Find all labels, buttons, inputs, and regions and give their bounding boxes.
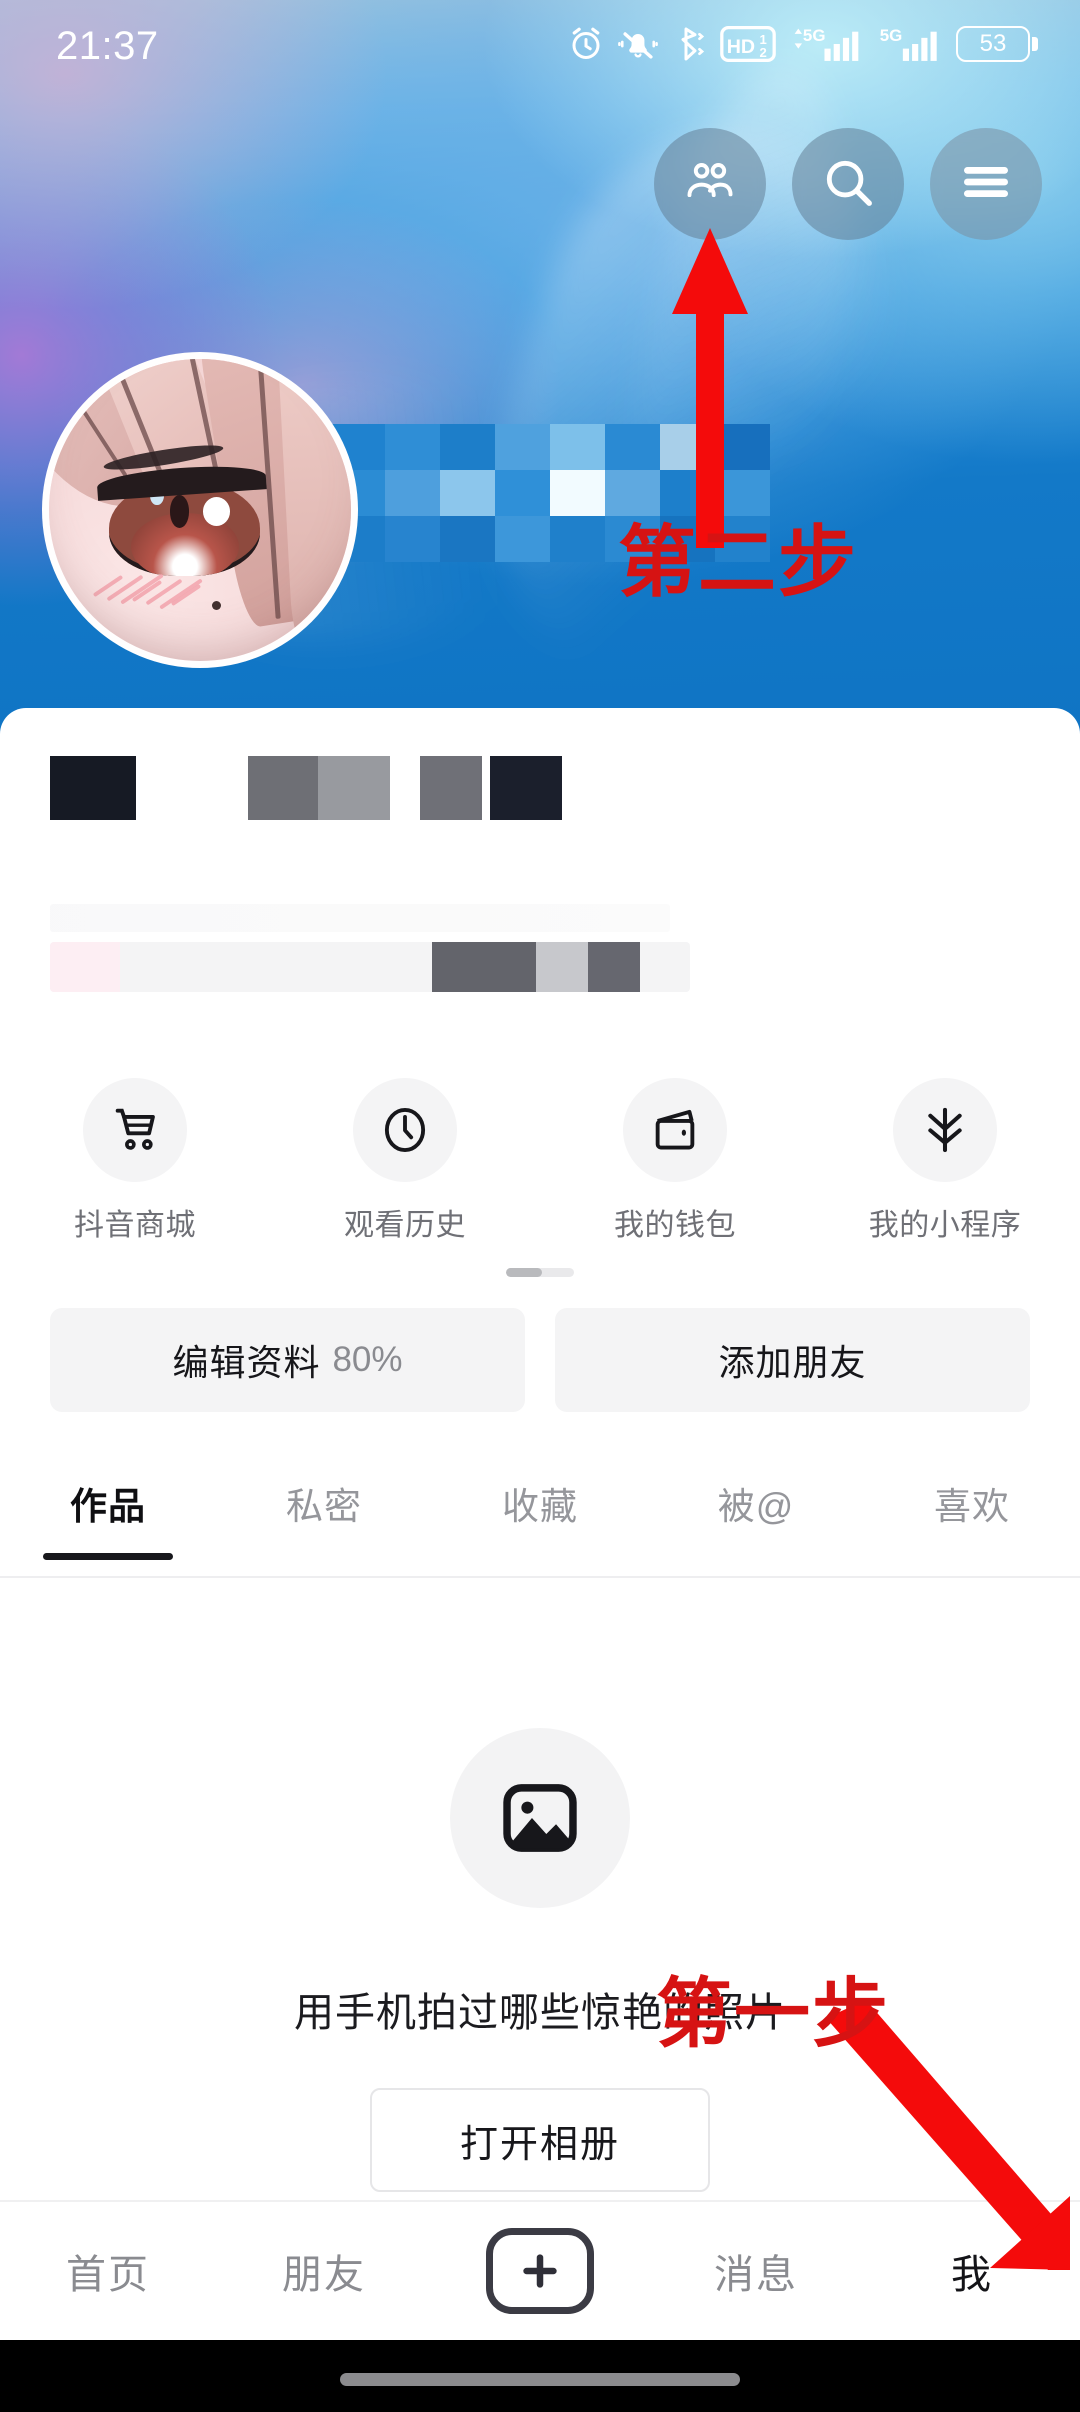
svg-text:5G: 5G xyxy=(880,26,903,45)
svg-text:2: 2 xyxy=(759,45,766,60)
profile-sheet: 抖音商城 观看历史 我的钱包 我的小程序 编辑资料 80% 添加朋友 作品 私密… xyxy=(0,708,1080,2412)
quick-actions-scroll-indicator[interactable] xyxy=(506,1268,574,1277)
signal-5g-primary-icon: 5G xyxy=(790,24,862,64)
phone-screen: 21:37 HD 1 2 5G 5G 53 抖音商城 观看历史 我的钱包 我的小… xyxy=(0,0,1080,2412)
nav-label: 首页 xyxy=(66,2253,150,2297)
tab-private[interactable]: 私密 xyxy=(216,1472,432,1530)
quick-action-miniprogram[interactable]: 我的小程序 xyxy=(810,1078,1080,1244)
nav-me[interactable]: 我 xyxy=(864,2242,1080,2300)
battery-icon: 53 xyxy=(956,26,1038,62)
empty-state: 用手机拍过哪些惊艳的照片 打开相册 xyxy=(0,1728,1080,2192)
search-button[interactable] xyxy=(792,128,904,240)
tab-works[interactable]: 作品 xyxy=(0,1472,216,1530)
battery-level-text: 53 xyxy=(956,26,1030,62)
hd-volte-icon: HD 1 2 xyxy=(720,26,776,62)
annotation-step-one: 第一步 xyxy=(656,1969,890,2058)
add-friend-button[interactable]: 添加朋友 xyxy=(555,1308,1030,1412)
nav-label: 消息 xyxy=(714,2253,798,2297)
tab-label: 被@ xyxy=(717,1486,795,1527)
search-icon xyxy=(821,155,875,214)
status-clock: 21:37 xyxy=(56,24,159,68)
signal-5g-secondary-icon: 5G xyxy=(876,24,942,64)
edit-profile-button[interactable]: 编辑资料 80% xyxy=(50,1308,525,1412)
status-bar: 21:37 HD 1 2 5G 5G 53 xyxy=(0,0,1080,88)
hamburger-menu-icon xyxy=(960,161,1012,208)
avatar-image xyxy=(49,359,351,661)
open-album-button[interactable]: 打开相册 xyxy=(370,2088,710,2192)
nav-friends[interactable]: 朋友 xyxy=(216,2242,432,2300)
home-indicator[interactable] xyxy=(340,2373,740,2386)
header-action-buttons xyxy=(654,128,1042,240)
wallet-icon xyxy=(623,1078,727,1182)
friends-button[interactable] xyxy=(654,128,766,240)
tab-label: 收藏 xyxy=(502,1486,578,1527)
tab-likes[interactable]: 喜欢 xyxy=(864,1472,1080,1530)
quick-action-wallet[interactable]: 我的钱包 xyxy=(540,1078,810,1244)
nav-create[interactable] xyxy=(432,2228,648,2314)
nav-label: 我 xyxy=(951,2253,993,2297)
bottom-navigation: 首页 朋友 消息 我 xyxy=(0,2200,1080,2340)
edit-profile-percent: 80% xyxy=(332,1340,403,1379)
open-album-label: 打开相册 xyxy=(459,2123,620,2166)
profile-stats-censored xyxy=(50,942,690,992)
tab-mentions[interactable]: 被@ xyxy=(648,1472,864,1530)
profile-bio-censored xyxy=(50,904,670,932)
status-icons: HD 1 2 5G 5G 53 xyxy=(568,24,1038,64)
plus-icon xyxy=(486,2228,594,2314)
profile-name-censored xyxy=(50,756,750,820)
quick-action-history[interactable]: 观看历史 xyxy=(270,1078,540,1244)
tab-favorites[interactable]: 收藏 xyxy=(432,1472,648,1530)
svg-text:HD: HD xyxy=(727,36,755,58)
tab-label: 喜欢 xyxy=(934,1486,1010,1527)
clock-icon xyxy=(353,1078,457,1182)
people-icon xyxy=(682,154,738,215)
svg-text:5G: 5G xyxy=(803,26,826,45)
quick-action-label: 观看历史 xyxy=(344,1209,466,1242)
mini-program-icon xyxy=(893,1078,997,1182)
quick-action-mall[interactable]: 抖音商城 xyxy=(0,1078,270,1244)
stats-pink-block xyxy=(50,942,120,992)
shopping-cart-icon xyxy=(83,1078,187,1182)
quick-action-label: 我的小程序 xyxy=(868,1209,1022,1242)
bell-mute-icon xyxy=(618,26,658,62)
tab-label: 私密 xyxy=(286,1486,362,1527)
quick-actions-row: 抖音商城 观看历史 我的钱包 我的小程序 xyxy=(0,1078,1080,1244)
image-placeholder-icon xyxy=(450,1728,630,1908)
empty-state-text: 用手机拍过哪些惊艳的照片 xyxy=(294,1991,786,2035)
alarm-icon xyxy=(568,26,604,62)
avatar[interactable] xyxy=(42,352,358,668)
quick-action-label: 我的钱包 xyxy=(614,1209,736,1242)
battery-tip xyxy=(1032,37,1038,51)
nav-messages[interactable]: 消息 xyxy=(648,2242,864,2300)
add-friend-label: 添加朋友 xyxy=(718,1342,867,1383)
edit-profile-label: 编辑资料 xyxy=(172,1342,321,1383)
content-tabs: 作品 私密 收藏 被@ 喜欢 xyxy=(0,1472,1080,1578)
nav-label: 朋友 xyxy=(282,2253,366,2297)
annotation-step-two: 第二步 xyxy=(618,518,859,608)
system-gesture-area xyxy=(0,2340,1080,2412)
tab-label: 作品 xyxy=(70,1486,146,1527)
menu-button[interactable] xyxy=(930,128,1042,240)
profile-action-buttons: 编辑资料 80% 添加朋友 xyxy=(50,1308,1030,1412)
bluetooth-icon xyxy=(672,26,706,62)
quick-action-label: 抖音商城 xyxy=(74,1209,196,1242)
nav-home[interactable]: 首页 xyxy=(0,2242,216,2300)
